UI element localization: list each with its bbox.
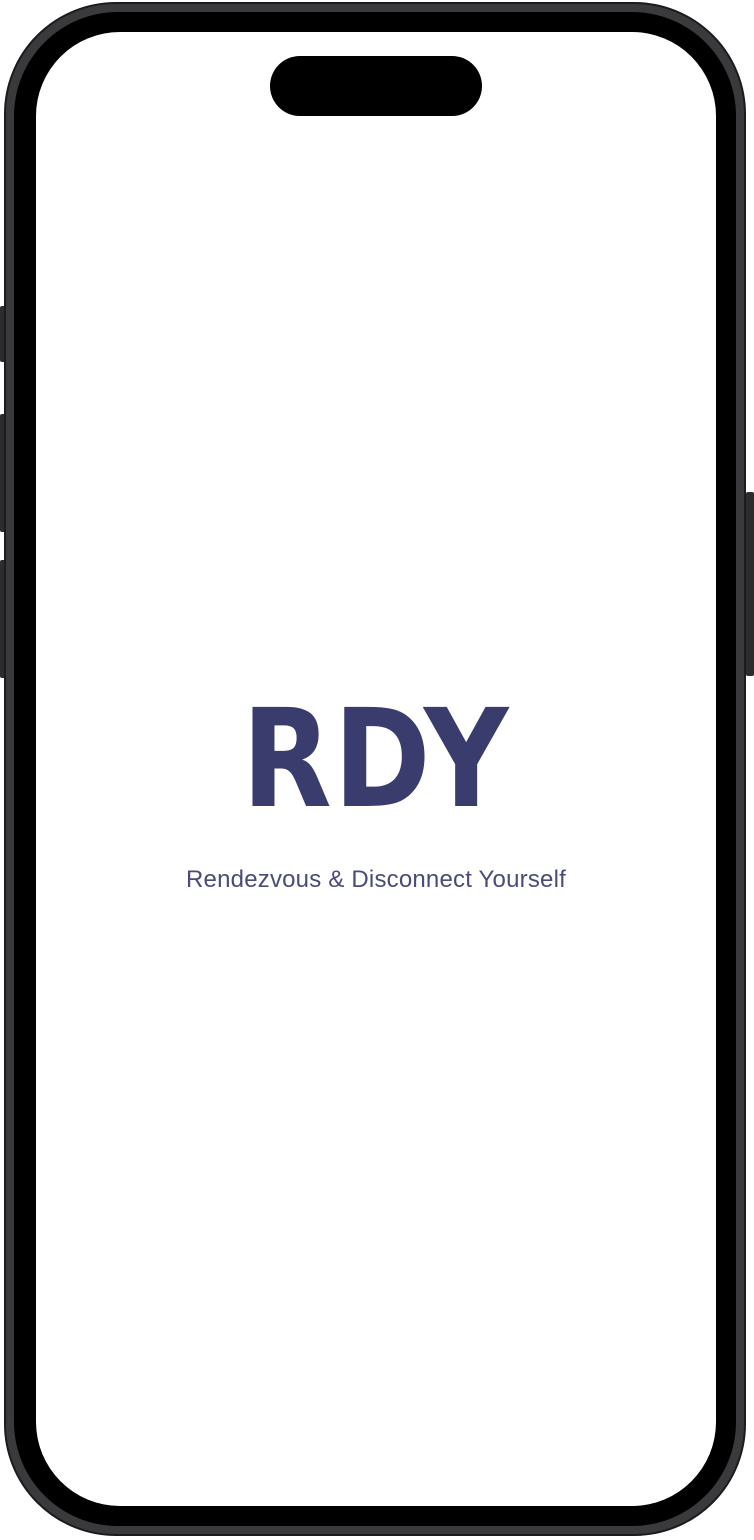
splash-screen: RDY Rendezvous & Disconnect Yourself (36, 32, 716, 1506)
device-mockup: RDY Rendezvous & Disconnect Yourself (0, 0, 754, 1540)
splash-content: RDY Rendezvous & Disconnect Yourself (36, 692, 716, 894)
power-button (746, 492, 754, 676)
phone-bezel: RDY Rendezvous & Disconnect Yourself (14, 12, 736, 1526)
phone-frame: RDY Rendezvous & Disconnect Yourself (4, 2, 746, 1536)
app-tagline: Rendezvous & Disconnect Yourself (186, 866, 566, 893)
dynamic-island (270, 56, 482, 116)
app-logo: RDY (241, 681, 511, 839)
